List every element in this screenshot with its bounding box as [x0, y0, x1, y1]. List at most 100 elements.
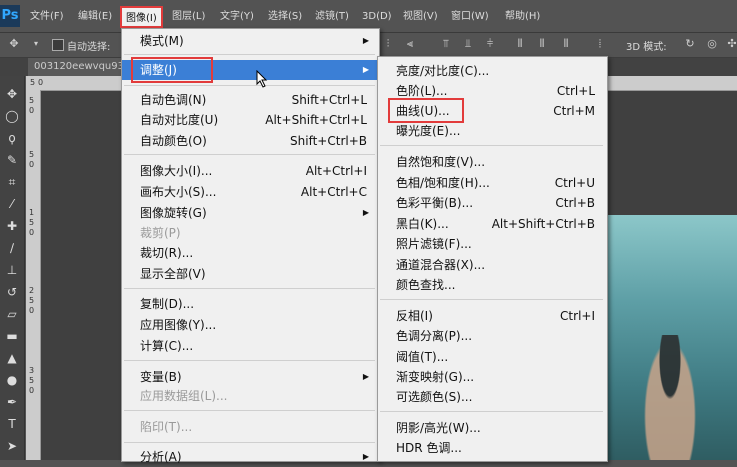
eraser-tool-icon[interactable]: ▱: [4, 306, 20, 322]
menu-item-mode[interactable]: 模式(M) ▶: [122, 31, 377, 51]
menu-3d[interactable]: 3D(D): [362, 8, 392, 26]
submenu-arrow-icon: ▶: [362, 208, 369, 217]
menu-select[interactable]: 选择(S): [268, 8, 302, 26]
menu-item-label: 亮度/对比度(C)...: [396, 64, 490, 78]
menu-item-brightness-contrast[interactable]: 亮度/对比度(C)...: [378, 61, 605, 81]
menu-item-black-white[interactable]: 黑白(K)... Alt+Shift+Ctrl+B: [378, 214, 605, 234]
crop-tool-icon[interactable]: ⌗: [4, 174, 20, 190]
menu-item-label: 曝光度(E)...: [396, 124, 461, 138]
menu-filter[interactable]: 滤镜(T): [315, 8, 349, 26]
menu-item-trap: 陷印(T)...: [122, 417, 377, 437]
menu-item-photo-filter[interactable]: 照片滤镜(F)...: [378, 234, 605, 254]
distribute-left-icon[interactable]: ⦀: [514, 38, 526, 50]
history-brush-tool-icon[interactable]: ↺: [4, 284, 20, 300]
menu-item-selective-color[interactable]: 可选颜色(S)...: [378, 387, 605, 407]
path-select-tool-icon[interactable]: ➤: [4, 438, 20, 454]
menu-item-vibrance[interactable]: 自然饱和度(V)...: [378, 152, 605, 172]
ruler-number: 0: [29, 160, 35, 169]
menu-item-shortcut: Shift+Ctrl+B: [290, 134, 367, 148]
ruler-number: 1: [29, 208, 35, 217]
menu-item-label: 通道混合器(X)...: [396, 258, 486, 272]
menu-separator: [124, 54, 375, 55]
menu-item-image-size[interactable]: 图像大小(I)... Alt+Ctrl+I: [122, 161, 377, 181]
menu-item-exposure[interactable]: 曝光度(E)...: [378, 121, 605, 141]
ruler-number: 5: [29, 96, 35, 105]
marquee-tool-icon[interactable]: ◯: [4, 108, 20, 124]
menu-item-canvas-size[interactable]: 画布大小(S)... Alt+Ctrl+C: [122, 182, 377, 202]
align-hcenter-icon[interactable]: ⫷: [404, 38, 416, 50]
menu-layer[interactable]: 图层(L): [172, 8, 205, 26]
move-tool-icon[interactable]: ✥: [4, 86, 20, 102]
menu-item-label: 色彩平衡(B)...: [396, 196, 474, 210]
menu-item-analysis[interactable]: 分析(A) ▶: [122, 447, 377, 467]
move-tool-icon[interactable]: ✥: [8, 38, 20, 50]
menu-item-image-rotation[interactable]: 图像旋转(G) ▶: [122, 203, 377, 223]
menu-item-shortcut: Ctrl+B: [555, 196, 595, 210]
align-vcenter-icon[interactable]: ⫫: [462, 38, 474, 50]
healing-tool-icon[interactable]: ✚: [4, 218, 20, 234]
menu-image[interactable]: 图像(I): [120, 6, 163, 28]
menu-item-shadows-highlights[interactable]: 阴影/高光(W)...: [378, 418, 605, 438]
distribute-center-icon[interactable]: ⦀: [536, 38, 548, 50]
menu-window[interactable]: 窗口(W): [451, 8, 489, 26]
menu-item-calculations[interactable]: 计算(C)...: [122, 336, 377, 356]
menu-item-invert[interactable]: 反相(I) Ctrl+I: [378, 306, 605, 326]
chevron-down-icon[interactable]: ▾: [30, 38, 42, 50]
underwater-photo[interactable]: [608, 215, 737, 460]
brush-tool-icon[interactable]: ∕: [4, 240, 20, 256]
eyedropper-tool-icon[interactable]: ⁄: [4, 196, 20, 212]
menu-item-variables[interactable]: 变量(B) ▶: [122, 367, 377, 387]
image-menu-dropdown: 模式(M) ▶ 调整(J) ▶ 自动色调(N) Shift+Ctrl+L 自动对…: [121, 28, 380, 464]
stamp-tool-icon[interactable]: ⊥: [4, 262, 20, 278]
menu-item-hue-saturation[interactable]: 色相/饱和度(H)... Ctrl+U: [378, 173, 605, 193]
lasso-tool-icon[interactable]: ϙ: [4, 130, 20, 146]
document-tab[interactable]: 003120eewvqu93f: [28, 58, 128, 76]
quick-select-tool-icon[interactable]: ✎: [4, 152, 20, 168]
blur-tool-icon[interactable]: ▲: [4, 350, 20, 366]
menu-item-label: 自动颜色(O): [140, 134, 207, 148]
menu-item-color-lookup[interactable]: 颜色查找...: [378, 275, 605, 295]
3d-pan-icon[interactable]: ✣: [726, 38, 737, 50]
distribute-right-icon[interactable]: ⦀: [560, 38, 572, 50]
menu-item-threshold[interactable]: 阈值(T)...: [378, 347, 605, 367]
menu-item-trim[interactable]: 裁切(R)...: [122, 243, 377, 263]
3d-roll-icon[interactable]: ◎: [706, 38, 718, 50]
ruler-number: 5: [29, 218, 35, 227]
menu-item-label: 画布大小(S)...: [140, 185, 217, 199]
menu-item-label: 应用数据组(L)...: [140, 389, 228, 403]
menu-item-label: 色调分离(P)...: [396, 329, 473, 343]
menu-item-auto-color[interactable]: 自动颜色(O) Shift+Ctrl+B: [122, 131, 377, 151]
menu-item-duplicate[interactable]: 复制(D)...: [122, 294, 377, 314]
menu-help[interactable]: 帮助(H): [505, 8, 540, 26]
pen-tool-icon[interactable]: ✒: [4, 394, 20, 410]
type-tool-icon[interactable]: T: [4, 416, 20, 432]
menu-item-color-balance[interactable]: 色彩平衡(B)... Ctrl+B: [378, 193, 605, 213]
menu-file[interactable]: 文件(F): [30, 8, 64, 26]
menu-item-label: 阈值(T)...: [396, 350, 449, 364]
menu-separator: [124, 360, 375, 361]
menu-item-hdr-toning[interactable]: HDR 色调...: [378, 438, 605, 458]
menu-item-gradient-map[interactable]: 渐变映射(G)...: [378, 367, 605, 387]
menu-edit[interactable]: 编辑(E): [78, 8, 112, 26]
ruler-number: 0: [29, 386, 35, 395]
menu-type[interactable]: 文字(Y): [220, 8, 254, 26]
menu-item-auto-tone[interactable]: 自动色调(N) Shift+Ctrl+L: [122, 90, 377, 110]
align-bottom-icon[interactable]: ⫩: [484, 38, 496, 50]
gradient-tool-icon[interactable]: ▬: [4, 328, 20, 344]
menu-item-reveal-all[interactable]: 显示全部(V): [122, 264, 377, 284]
menu-item-posterize[interactable]: 色调分离(P)...: [378, 326, 605, 346]
submenu-arrow-icon: ▶: [362, 36, 369, 45]
ruler-number: 2: [29, 286, 35, 295]
menu-item-auto-contrast[interactable]: 自动对比度(U) Alt+Shift+Ctrl+L: [122, 110, 377, 130]
align-top-icon[interactable]: ⫪: [440, 38, 452, 50]
dodge-tool-icon[interactable]: ●: [4, 372, 20, 388]
menu-view[interactable]: 视图(V): [403, 8, 438, 26]
menu-item-channel-mixer[interactable]: 通道混合器(X)...: [378, 255, 605, 275]
ruler-number: 3: [29, 366, 35, 375]
3d-rotate-icon[interactable]: ↻: [684, 38, 696, 50]
auto-select-checkbox[interactable]: [52, 39, 64, 51]
menu-item-apply-image[interactable]: 应用图像(Y)...: [122, 315, 377, 335]
align-left-icon[interactable]: ⫶: [382, 38, 394, 50]
ruler-number: 5: [29, 150, 35, 159]
auto-align-icon[interactable]: ⦙: [594, 38, 606, 50]
